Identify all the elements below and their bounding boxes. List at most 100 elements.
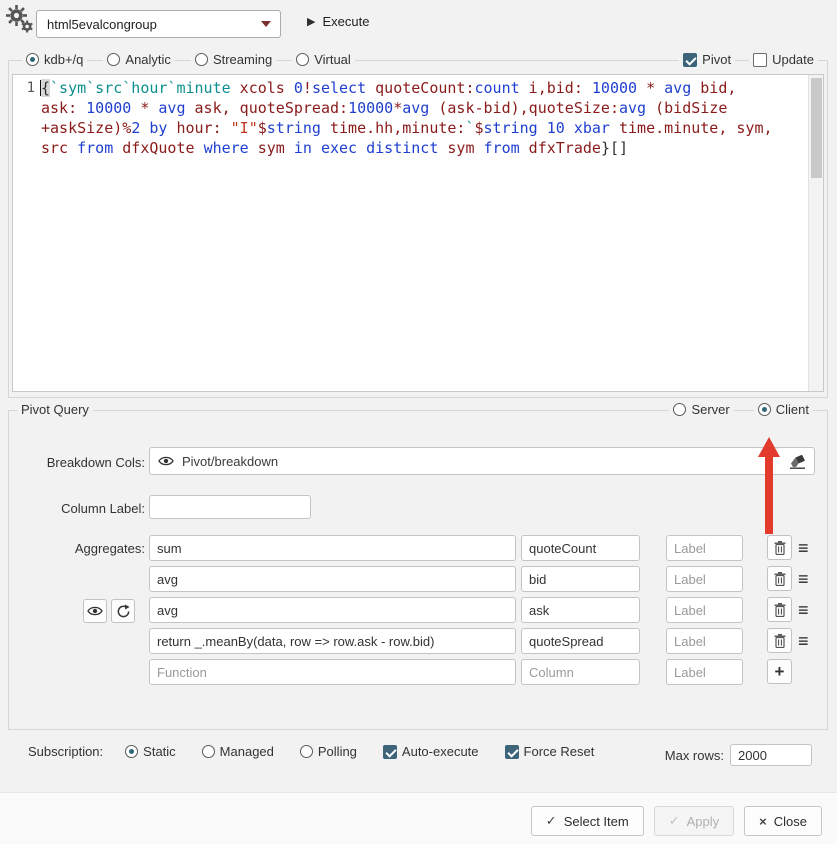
refresh-icon: [116, 604, 131, 619]
update-checkbox[interactable]: Update: [749, 52, 818, 67]
radio-managed-label: Managed: [220, 744, 274, 759]
eye-icon: [87, 604, 103, 618]
pivot-checkbox-label: Pivot: [702, 52, 731, 67]
update-checkbox-label: Update: [772, 52, 814, 67]
subscription-label: Subscription:: [28, 744, 103, 759]
radio-client-circle[interactable]: [758, 403, 771, 416]
column-label-label: Column Label:: [9, 501, 145, 516]
force-reset-checkbox-box[interactable]: [505, 745, 519, 759]
play-icon: ▶: [307, 15, 315, 28]
aggregate-column-input[interactable]: [521, 659, 640, 685]
aggregate-label-input[interactable]: [666, 659, 743, 685]
drag-handle-icon[interactable]: ≡: [798, 630, 809, 652]
radio-client[interactable]: Client: [754, 402, 813, 417]
select-item-label: Select Item: [564, 814, 629, 829]
radio-polling[interactable]: Polling: [296, 744, 361, 759]
connection-group-dropdown[interactable]: html5evalcongroup: [36, 10, 281, 38]
aggregate-function-input[interactable]: [149, 659, 516, 685]
aggregate-function-input[interactable]: [149, 566, 516, 592]
pivot-checkbox-box[interactable]: [683, 53, 697, 67]
update-checkbox-box[interactable]: [753, 53, 767, 67]
close-icon: ×: [759, 815, 767, 828]
close-button[interactable]: × Close: [744, 806, 822, 836]
radio-virtual[interactable]: Virtual: [292, 52, 355, 67]
aggregate-label-input[interactable]: [666, 566, 743, 592]
footer-buttons: ✓ Select Item ✓ Apply × Close: [531, 806, 822, 836]
radio-static[interactable]: Static: [121, 744, 180, 759]
radio-managed[interactable]: Managed: [198, 744, 278, 759]
aggregate-function-input[interactable]: [149, 597, 516, 623]
pivot-query-legend: Pivot Query: [17, 402, 93, 417]
chevron-down-icon: [261, 21, 271, 27]
radio-client-label: Client: [776, 402, 809, 417]
radio-analytic[interactable]: Analytic: [103, 52, 175, 67]
breakdown-cols-field[interactable]: Pivot/breakdown: [149, 447, 815, 475]
aggregate-label-input[interactable]: [666, 535, 743, 561]
radio-virtual-circle[interactable]: [296, 53, 309, 66]
radio-server-circle[interactable]: [673, 403, 686, 416]
auto-execute-checkbox-box[interactable]: [383, 745, 397, 759]
check-icon: ✓: [546, 813, 557, 829]
check-icon: ✓: [669, 813, 680, 829]
radio-static-circle[interactable]: [125, 745, 138, 758]
preview-aggregates-button[interactable]: [83, 599, 107, 623]
radio-managed-circle[interactable]: [202, 745, 215, 758]
add-aggregate-button[interactable]: +: [767, 659, 792, 684]
eraser-icon[interactable]: [789, 454, 806, 469]
apply-label: Apply: [687, 814, 720, 829]
code-editor[interactable]: 1 {`sym`src`hour`minute xcols 0!select q…: [12, 74, 824, 392]
close-label: Close: [774, 814, 807, 829]
execute-button[interactable]: ▶ Execute: [307, 14, 369, 29]
radio-streaming-circle[interactable]: [195, 53, 208, 66]
query-type-bar: kdb+/q Analytic Streaming Virtual Pivot: [8, 52, 828, 69]
aggregate-function-input[interactable]: [149, 628, 516, 654]
radio-analytic-circle[interactable]: [107, 53, 120, 66]
force-reset-checkbox[interactable]: Force Reset: [501, 744, 599, 759]
aggregate-row: ≡: [9, 566, 827, 592]
delete-aggregate-button[interactable]: [767, 566, 792, 591]
delete-aggregate-button[interactable]: [767, 597, 792, 622]
aggregate-row-new: +: [9, 659, 827, 685]
radio-kdbq[interactable]: kdb+/q: [22, 52, 87, 67]
pivot-location-radios: Server Client: [669, 402, 813, 417]
radio-kdbq-label: kdb+/q: [44, 52, 83, 67]
eye-icon: [158, 454, 174, 468]
radio-polling-label: Polling: [318, 744, 357, 759]
radio-streaming-label: Streaming: [213, 52, 272, 67]
aggregate-function-input[interactable]: [149, 535, 516, 561]
drag-handle-icon[interactable]: ≡: [798, 568, 809, 590]
pivot-checkbox[interactable]: Pivot: [679, 52, 735, 67]
select-item-button[interactable]: ✓ Select Item: [531, 806, 644, 836]
radio-server[interactable]: Server: [669, 402, 733, 417]
editor-scrollbar-thumb[interactable]: [811, 78, 822, 178]
radio-virtual-label: Virtual: [314, 52, 351, 67]
aggregate-label-input[interactable]: [666, 628, 743, 654]
aggregate-row: ≡: [9, 535, 827, 561]
radio-analytic-label: Analytic: [125, 52, 171, 67]
settings-gears-icon[interactable]: [5, 4, 35, 34]
radio-polling-circle[interactable]: [300, 745, 313, 758]
max-rows-input[interactable]: [730, 744, 812, 766]
delete-aggregate-button[interactable]: [767, 535, 792, 560]
delete-aggregate-button[interactable]: [767, 628, 792, 653]
query-editor-dialog: html5evalcongroup ▶ Execute kdb+/q Analy…: [0, 0, 837, 844]
aggregate-column-input[interactable]: [521, 628, 640, 654]
auto-execute-checkbox[interactable]: Auto-execute: [379, 744, 483, 759]
column-label-input[interactable]: [149, 495, 311, 519]
editor-scrollbar[interactable]: [808, 75, 823, 391]
aggregate-label-input[interactable]: [666, 597, 743, 623]
apply-button[interactable]: ✓ Apply: [654, 806, 734, 836]
aggregate-column-input[interactable]: [521, 535, 640, 561]
max-rows-field: Max rows:: [665, 744, 812, 766]
subscription-bar: Subscription: Static Managed Polling Aut…: [28, 744, 598, 759]
radio-static-label: Static: [143, 744, 176, 759]
drag-handle-icon[interactable]: ≡: [798, 537, 809, 559]
refresh-aggregates-button[interactable]: [111, 599, 135, 623]
aggregate-column-input[interactable]: [521, 597, 640, 623]
drag-handle-icon[interactable]: ≡: [798, 599, 809, 621]
radio-streaming[interactable]: Streaming: [191, 52, 276, 67]
aggregate-column-input[interactable]: [521, 566, 640, 592]
auto-execute-label: Auto-execute: [402, 744, 479, 759]
radio-kdbq-circle[interactable]: [26, 53, 39, 66]
trash-icon: [774, 572, 786, 586]
